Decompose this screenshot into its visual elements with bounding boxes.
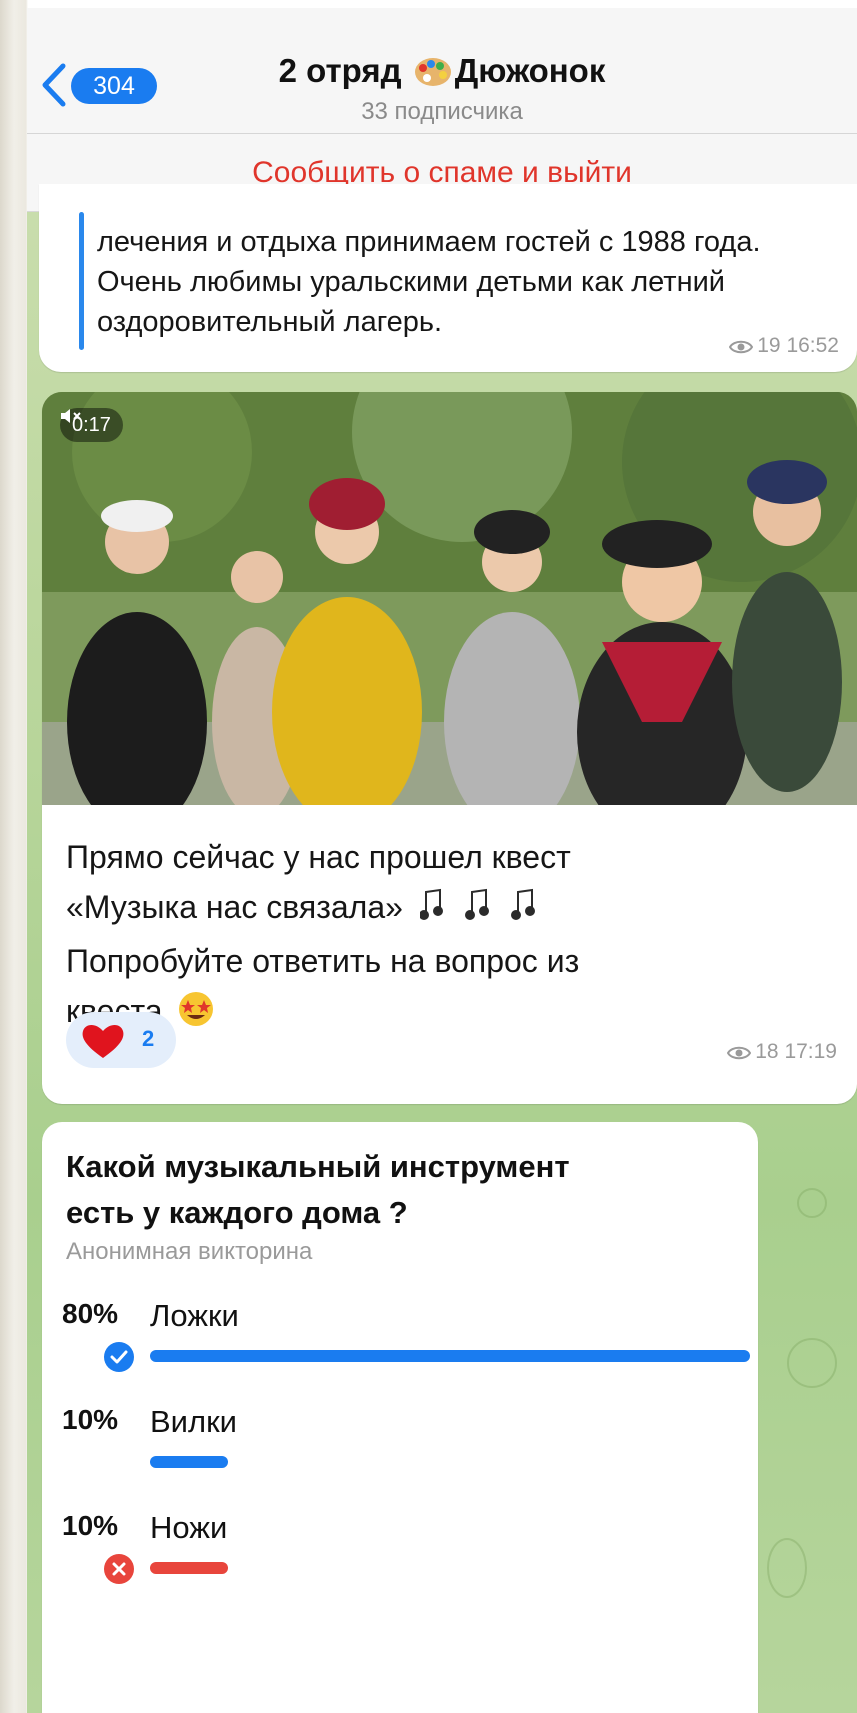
message-text: Прямо сейчас у нас прошел квест «Музыка … [66, 832, 836, 1042]
channel-title-part2: Дюжонок [454, 52, 606, 89]
message-time: 17:19 [784, 1040, 837, 1063]
video-frame-illustration [42, 392, 857, 805]
channel-title[interactable]: 2 отряд Дюжонок [27, 52, 857, 96]
poll-option[interactable]: 10% Ножи [62, 1510, 742, 1610]
views-icon [729, 337, 754, 361]
star-struck-icon [177, 990, 215, 1042]
message-line: «Музыка нас связала» [66, 882, 836, 936]
subscriber-count: 33 подписчика [361, 98, 523, 125]
views-count: 18 [755, 1040, 779, 1063]
message-line: Попробуйте ответить на вопрос из [66, 943, 580, 979]
cross-icon [104, 1554, 134, 1584]
video-thumbnail[interactable]: 0:17 [42, 392, 857, 805]
message-text: лечения и отдыха принимаем гостей с 1988… [97, 226, 761, 338]
wallpaper-doodle [767, 1538, 807, 1598]
message-bubble[interactable]: лечения и отдыха принимаем гостей с 1988… [39, 184, 857, 372]
check-icon [104, 1342, 134, 1372]
quote-bar [79, 212, 84, 350]
poll-option-label: Ножи [150, 1510, 228, 1545]
chat-header: 304 2 отряд Дюжонок 33 подписчика [27, 8, 857, 134]
poll-question: Какой музыкальный инструмент есть у кажд… [66, 1144, 746, 1236]
message-meta: 18 17:19 [727, 1040, 837, 1067]
poll-option-percent: 10% [62, 1404, 119, 1435]
chat-screen: 304 2 отряд Дюжонок 33 подписчика Сообщи… [27, 8, 857, 1713]
poll-option-label: Вилки [150, 1404, 237, 1439]
poll-option[interactable]: 80% Ложки [62, 1298, 750, 1398]
poll-option-percent: 10% [62, 1510, 119, 1541]
poll-type: Анонимная викторина [66, 1238, 313, 1265]
poll-option-percent: 80% [62, 1298, 119, 1329]
poll-option-bar [150, 1456, 228, 1468]
wallpaper-doodle [787, 1338, 837, 1388]
poll-question-line: Какой музыкальный инструмент [66, 1149, 570, 1184]
reaction-chip[interactable]: 2 [66, 1012, 176, 1068]
message-meta: 19 16:52 [729, 334, 839, 361]
poll-option-bar [150, 1350, 750, 1362]
poll-question-line: есть у каждого дома ? [66, 1195, 408, 1230]
poll-option[interactable]: 10% Вилки [62, 1404, 742, 1504]
poll-option-bar [150, 1562, 228, 1574]
message-line: квеста [66, 986, 836, 1042]
message-bubble[interactable]: 0:17 Прямо сейчас у нас прошел квест «Му… [42, 392, 857, 1104]
poll-bubble: Какой музыкальный инструмент есть у кажд… [42, 1122, 758, 1713]
video-duration-badge: 0:17 [60, 408, 123, 442]
poll-option-label: Ложки [150, 1298, 239, 1333]
palette-icon [413, 56, 453, 96]
channel-title-part1: 2 отряд [278, 52, 402, 89]
reaction-count: 2 [142, 1026, 155, 1051]
message-line: Прямо сейчас у нас прошел квест [66, 839, 571, 875]
message-time: 16:52 [786, 334, 839, 357]
heart-icon [80, 1022, 126, 1065]
views-count: 19 [757, 334, 781, 357]
wallpaper-doodle [797, 1188, 827, 1218]
views-icon [727, 1043, 752, 1067]
quest-name: «Музыка нас связала» [66, 889, 403, 925]
musical-notes-icon [418, 886, 560, 936]
